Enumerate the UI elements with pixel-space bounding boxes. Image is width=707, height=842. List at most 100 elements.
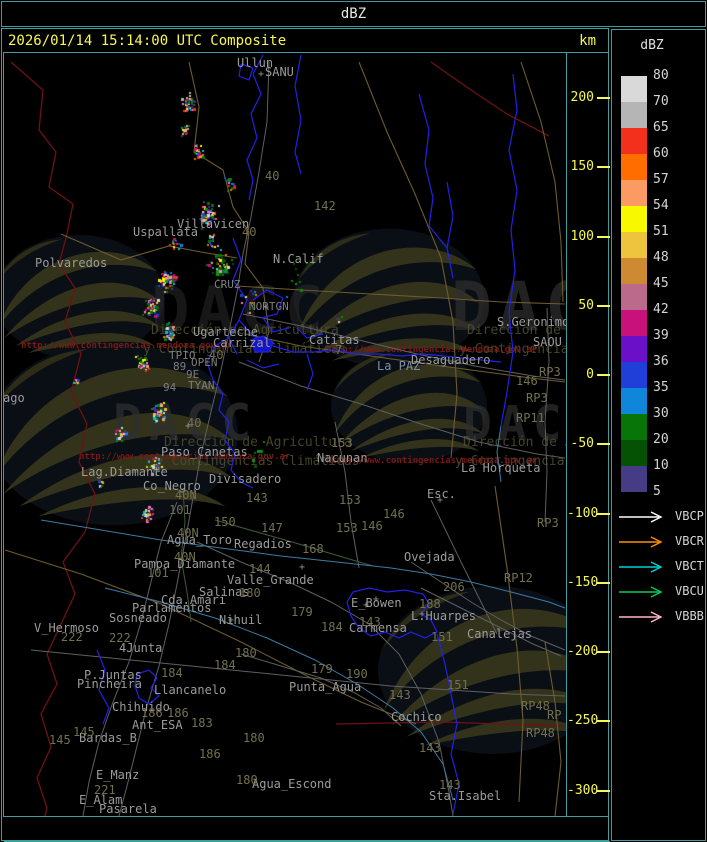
place-label: 94 <box>163 381 177 394</box>
place-label: Agua_Escond <box>252 777 332 791</box>
vector-arrow-icon <box>619 511 663 523</box>
dbz-scale-swatch <box>621 414 647 440</box>
route-label: 184 <box>214 658 236 672</box>
route-label: 186 <box>141 706 163 720</box>
route-label: 180 <box>243 731 265 745</box>
dbz-scale-swatch <box>621 76 647 102</box>
dbz-scale-swatch <box>621 154 647 180</box>
place-label: N.Calif <box>273 252 324 266</box>
station-marker: + <box>263 302 270 313</box>
place-label: SAOU <box>533 335 562 349</box>
route-label: 150 <box>214 515 236 529</box>
route-label: 142 <box>314 199 336 213</box>
right-axis-tick-label: -300 <box>567 782 599 798</box>
vector-label: VBCT <box>675 559 704 573</box>
route-label: RP3 <box>526 391 548 405</box>
place-label: E_Manz <box>96 768 140 782</box>
place-label: Ovejada <box>404 550 455 564</box>
dbz-scale-label: 10 <box>653 458 669 473</box>
route-label: 206 <box>443 580 465 594</box>
route-label: 183 <box>191 716 213 730</box>
dbz-scale-swatch <box>621 284 647 310</box>
route-label: 40N <box>174 550 196 564</box>
station-marker: + <box>419 609 426 620</box>
right-axis-tick-label: -200 <box>567 644 599 659</box>
place-label: Nihuil <box>219 613 263 627</box>
route-label: 101 <box>147 566 169 580</box>
vector-arrow-icon <box>619 561 663 573</box>
dbz-scale-label: 5 <box>653 484 661 499</box>
route-label: 144 <box>249 562 271 576</box>
info-bar: 2026/01/14 15:14:00 UTC Composite km <box>2 29 608 52</box>
vector-arrow-icon <box>619 611 663 623</box>
route-label: 190 <box>346 667 368 681</box>
right-axis-tick-label: -100 <box>567 505 599 521</box>
axis-unit-label: km <box>579 32 596 49</box>
right-axis-tick <box>597 304 610 307</box>
place-label: Sosneado <box>109 611 167 625</box>
vector-legend-row: VBCU <box>617 584 705 598</box>
right-distance-axis: 200 150 100 50 0 -50 -100 -150 -200 -250 -300 <box>566 53 610 816</box>
route-label: 221 <box>94 783 116 797</box>
radar-echoes <box>4 53 566 816</box>
dbz-scale-label: 20 <box>653 432 669 447</box>
vector-legend-row: VBCP <box>617 509 705 523</box>
place-label: CRUZ <box>214 278 241 291</box>
dbz-scale-label: 65 <box>653 120 669 135</box>
place-label: Llancanelo <box>154 683 227 697</box>
vector-label: VBCR <box>675 534 704 548</box>
route-label: 186 <box>199 747 221 761</box>
place-label: 89 <box>173 360 187 373</box>
right-axis-tick-label: -250 <box>567 713 599 729</box>
right-axis-tick-label: 50 <box>578 297 594 313</box>
route-label: 143 <box>359 615 381 629</box>
dbz-scale-label: 45 <box>653 276 669 291</box>
route-label: 179 <box>291 605 313 619</box>
right-axis-tick-label: -50 <box>570 436 594 452</box>
route-label: 186 <box>167 706 189 720</box>
route-label: 168 <box>302 542 324 556</box>
right-axis-tick <box>597 235 610 238</box>
route-label: RP3 <box>537 516 559 530</box>
place-label: Pincheira <box>77 677 143 691</box>
place-label: Pasarela <box>99 802 157 816</box>
route-label: 153 <box>331 436 353 450</box>
route-label: 153 <box>336 521 358 535</box>
route-label: 222 <box>61 630 83 644</box>
place-label: Polvaredos <box>35 256 108 270</box>
right-axis-tick <box>597 720 610 723</box>
route-label: 146 <box>383 507 405 521</box>
route-label: 40N <box>175 488 197 502</box>
route-label: 145 <box>49 733 71 747</box>
right-axis-tick-label: 100 <box>570 228 594 244</box>
station-marker: + <box>437 495 444 506</box>
route-label: 180 <box>235 646 257 660</box>
place-label: TYAN <box>188 379 215 392</box>
station-marker: + <box>228 615 235 626</box>
route-label: 147 <box>261 521 283 535</box>
right-axis-tick <box>597 789 610 792</box>
route-label: 146 <box>361 519 383 533</box>
dbz-scale-label: 51 <box>653 224 669 239</box>
route-label: 40N <box>177 526 199 540</box>
route-label: 40 <box>265 169 280 183</box>
right-axis-tick-label: 0 <box>586 367 594 382</box>
legend-panel: dBZ 80 70 65 60 57 54 51 48 45 42 39 36 35 30 20 10 5 VB… <box>611 29 706 841</box>
dbz-scale-swatch <box>621 362 647 388</box>
place-label: Cochico <box>391 710 442 724</box>
right-axis-tick-label: 200 <box>570 90 594 105</box>
route-label: 143 <box>246 491 268 505</box>
route-label: RP48 <box>526 726 555 740</box>
route-label: 151 <box>431 630 453 644</box>
dbz-scale-label: 48 <box>653 250 669 265</box>
timestamp-label: 2026/01/14 15:14:00 UTC Composite <box>8 32 287 49</box>
place-label: Canalejas <box>467 627 533 641</box>
route-label: 222 <box>109 631 131 645</box>
right-axis-tick <box>597 651 610 653</box>
route-label: 184 <box>321 620 343 634</box>
dbz-scale-label: 80 <box>653 68 669 83</box>
vector-label: VBCU <box>675 584 704 598</box>
place-label: Regadios <box>234 537 292 551</box>
dbz-scale-label: 30 <box>653 406 669 421</box>
title-bar: dBZ <box>1 1 706 27</box>
